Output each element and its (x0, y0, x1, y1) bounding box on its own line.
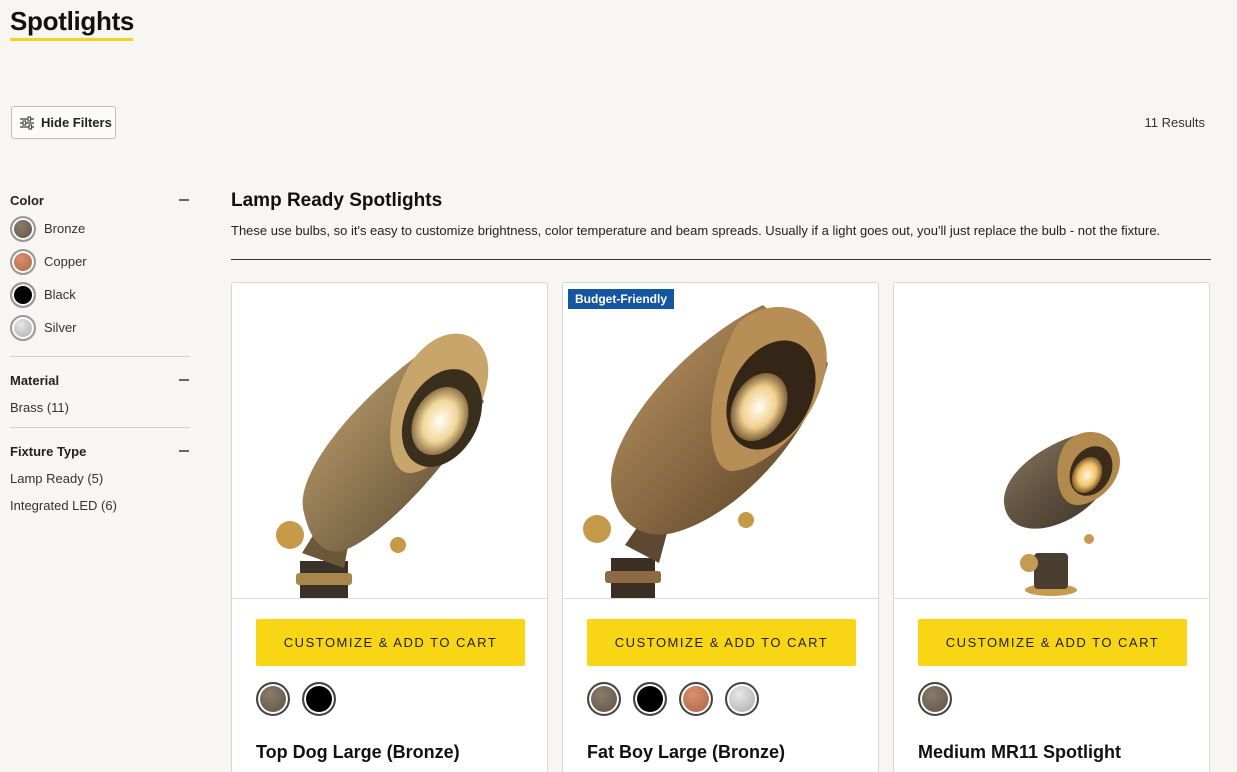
facet-color-heading: Color (10, 192, 44, 208)
product-grid: CUSTOMIZE & ADD TO CART Top Dog Large (B… (231, 282, 1210, 772)
product-image[interactable]: Budget-Friendly (563, 283, 878, 599)
copper-swatch-icon (10, 248, 36, 275)
page-title: Spotlights (10, 6, 135, 36)
customize-add-to-cart-button[interactable]: CUSTOMIZE & ADD TO CART (256, 619, 525, 666)
results-count: 11 Results (1144, 115, 1205, 130)
filter-color-bronze[interactable]: Bronze (10, 212, 190, 245)
color-swatches (918, 682, 952, 716)
bronze-swatch-icon[interactable] (587, 682, 621, 716)
budget-friendly-badge: Budget-Friendly (568, 289, 674, 309)
filter-fixture-lamp-ready[interactable]: Lamp Ready (5) (10, 465, 190, 492)
bronze-swatch-icon[interactable] (918, 682, 952, 716)
product-section: Lamp Ready Spotlights These use bulbs, s… (231, 190, 1211, 260)
filters-sidebar: Color Bronze Copper Black Silver Materia… (10, 190, 190, 519)
section-divider (231, 259, 1211, 260)
title-underline (10, 38, 133, 41)
customize-add-to-cart-button[interactable]: CUSTOMIZE & ADD TO CART (918, 619, 1187, 666)
sliders-icon (20, 115, 34, 130)
facet-fixture-type-heading: Fixture Type (10, 443, 87, 459)
black-swatch-icon (10, 281, 36, 308)
filter-option-label: Silver (44, 320, 77, 335)
filter-color-silver[interactable]: Silver (10, 311, 190, 344)
filter-option-label: Copper (44, 254, 87, 269)
product-card: CUSTOMIZE & ADD TO CART Medium MR11 Spot… (893, 282, 1210, 772)
collapse-icon[interactable] (179, 450, 189, 452)
copper-swatch-icon[interactable] (679, 682, 713, 716)
section-title: Lamp Ready Spotlights (231, 190, 443, 211)
facet-color: Color Bronze Copper Black Silver (10, 190, 190, 344)
hide-filters-button[interactable]: Hide Filters (11, 106, 116, 139)
section-description: These use bulbs, so it's easy to customi… (231, 223, 1161, 238)
filter-material-brass[interactable]: Brass (11) (10, 394, 190, 421)
facet-fixture-type: Fixture Type Lamp Ready (5) Integrated L… (10, 441, 190, 519)
color-swatches (587, 682, 759, 716)
facet-material-heading: Material (10, 372, 60, 388)
product-name[interactable]: Fat Boy Large (Bronze) (587, 742, 785, 763)
customize-add-to-cart-button[interactable]: CUSTOMIZE & ADD TO CART (587, 619, 856, 666)
spotlight-image (583, 305, 828, 598)
filter-color-black[interactable]: Black (10, 278, 190, 311)
spotlight-image (276, 333, 489, 598)
facet-color-header[interactable]: Color (10, 190, 190, 210)
color-swatches (256, 682, 336, 716)
facet-fixture-type-header[interactable]: Fixture Type (10, 441, 190, 461)
filter-option-label: Bronze (44, 221, 86, 236)
black-swatch-icon[interactable] (633, 682, 667, 716)
collapse-icon[interactable] (179, 199, 189, 201)
product-card: CUSTOMIZE & ADD TO CART Top Dog Large (B… (231, 282, 548, 772)
filter-option-label: Black (44, 287, 76, 302)
bronze-swatch-icon (10, 215, 36, 242)
hide-filters-label: Hide Filters (41, 115, 112, 130)
spotlight-image (1003, 431, 1120, 596)
filter-color-copper[interactable]: Copper (10, 245, 190, 278)
silver-swatch-icon[interactable] (725, 682, 759, 716)
product-image[interactable] (894, 283, 1209, 599)
product-card: Budget-Friendly CUSTOMIZE & ADD TO CART … (562, 282, 879, 772)
black-swatch-icon[interactable] (302, 682, 336, 716)
filter-fixture-integrated-led[interactable]: Integrated LED (6) (10, 492, 190, 519)
collapse-icon[interactable] (179, 379, 189, 381)
facet-divider (10, 356, 190, 357)
bronze-swatch-icon[interactable] (256, 682, 290, 716)
product-name[interactable]: Medium MR11 Spotlight (918, 742, 1121, 763)
silver-swatch-icon (10, 314, 36, 341)
facet-material-header[interactable]: Material (10, 370, 190, 390)
facet-material: Material Brass (11) (10, 370, 190, 421)
facet-divider (10, 427, 190, 428)
product-image[interactable] (232, 283, 547, 599)
product-name[interactable]: Top Dog Large (Bronze) (256, 742, 460, 763)
